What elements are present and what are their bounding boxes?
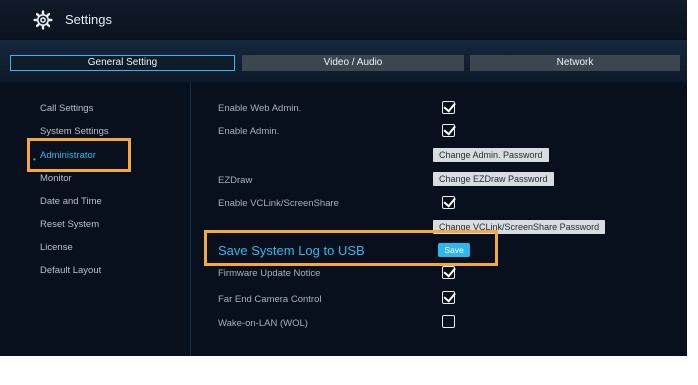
save-log-highlight-box (204, 230, 498, 266)
tab-video-audio[interactable]: Video / Audio (242, 55, 464, 71)
sidebar-item-reset-system[interactable]: Reset System (40, 219, 99, 230)
change-admin-password-button[interactable]: Change Admin. Password (433, 148, 549, 162)
far-end-camera-control-checkbox[interactable] (442, 289, 456, 304)
enable-admin-label: Enable Admin. (218, 126, 280, 137)
sidebar-divider (190, 82, 191, 356)
sidebar-item-call-settings[interactable]: Call Settings (40, 103, 93, 114)
checkmark-icon (443, 122, 456, 136)
header-bar: Settings (0, 0, 687, 38)
wake-on-lan-checkbox[interactable] (442, 315, 455, 328)
checkmark-icon (443, 289, 456, 303)
checkmark-icon (443, 264, 456, 278)
sidebar-item-system-settings[interactable]: System Settings (40, 126, 109, 137)
firmware-update-notice-checkbox[interactable] (442, 264, 456, 279)
enable-vclink-checkbox[interactable] (442, 194, 456, 209)
enable-web-admin-label: Enable Web Admin. (218, 103, 302, 114)
change-ezdraw-password-button[interactable]: Change EZDraw Password (433, 172, 554, 186)
firmware-update-notice-label: Firmware Update Notice (218, 268, 321, 279)
sidebar-item-license[interactable]: License (40, 242, 73, 253)
wake-on-lan-label: Wake-on-LAN (WOL) (218, 318, 308, 329)
page-title: Settings (65, 12, 112, 27)
sidebar-item-default-layout[interactable]: Default Layout (40, 265, 101, 276)
settings-screen: Settings General Setting Video / Audio N… (0, 0, 687, 356)
tab-network[interactable]: Network (470, 55, 680, 71)
checkmark-icon (443, 194, 456, 208)
far-end-camera-control-label: Far End Camera Control (218, 294, 322, 305)
enable-vclink-label: Enable VCLink/ScreenShare (218, 198, 339, 209)
enable-admin-checkbox[interactable] (442, 122, 456, 137)
tab-bar: General Setting Video / Audio Network (0, 40, 687, 82)
tab-general-setting[interactable]: General Setting (10, 55, 235, 71)
enable-web-admin-checkbox[interactable] (442, 99, 456, 114)
administrator-highlight-box (27, 138, 131, 172)
sidebar-item-monitor[interactable]: Monitor (40, 173, 72, 184)
ezdraw-label: EZDraw (218, 175, 253, 186)
sidebar-item-date-and-time[interactable]: Date and Time (40, 196, 102, 207)
checkmark-icon (443, 99, 456, 113)
gear-icon (33, 10, 53, 30)
